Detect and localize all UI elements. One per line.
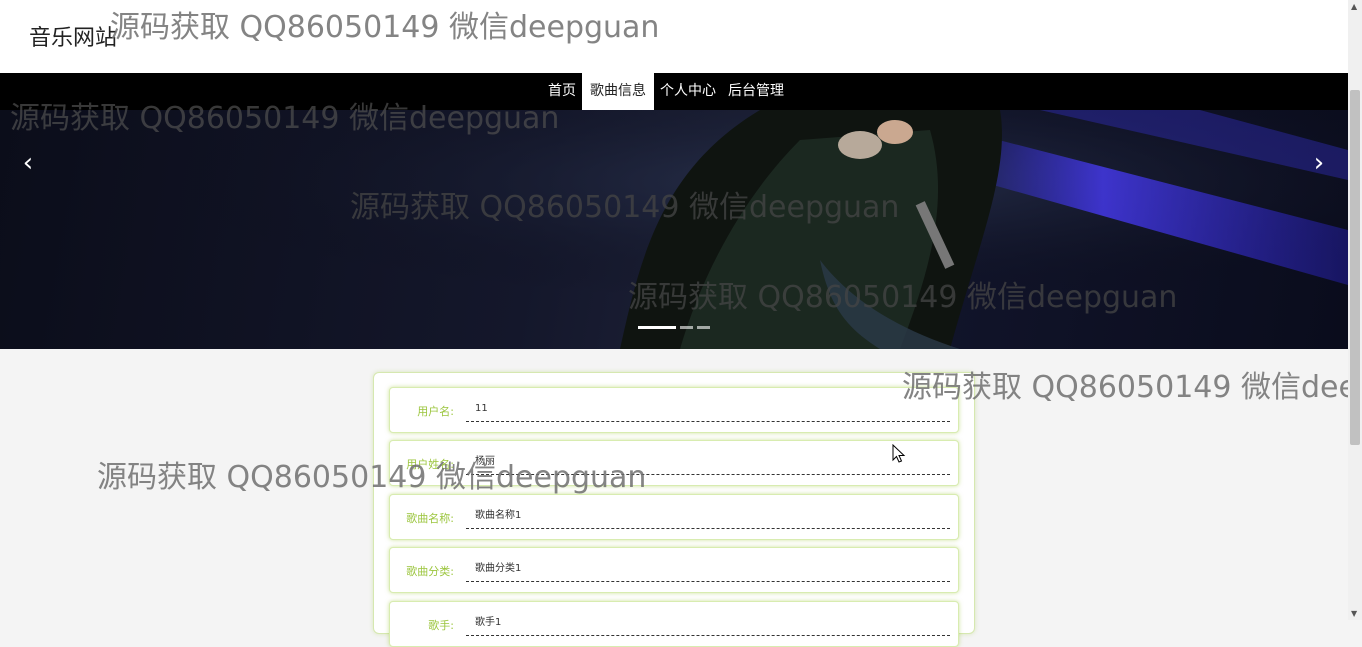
singer-label: 歌手: — [428, 619, 454, 632]
form-row-user-fullname: 用户姓名: — [389, 440, 959, 486]
scroll-down-icon[interactable]: ▼ — [1351, 609, 1357, 618]
carousel-indicator[interactable] — [697, 326, 710, 329]
username-label: 用户名: — [417, 405, 454, 418]
user-fullname-field[interactable] — [466, 449, 950, 475]
nav-item-admin[interactable]: 后台管理 — [722, 73, 790, 110]
carousel-prev-icon[interactable]: ‹ — [16, 148, 40, 178]
user-fullname-label: 用户姓名: — [406, 458, 454, 471]
carousel-next-icon[interactable]: › — [1307, 148, 1331, 178]
banner-image — [0, 110, 1348, 349]
nav-item-home[interactable]: 首页 — [542, 73, 582, 110]
nav-items: 首页 歌曲信息 个人中心 后台管理 — [542, 73, 790, 110]
form-row-song-name: 歌曲名称: — [389, 494, 959, 540]
song-category-field[interactable] — [466, 556, 950, 582]
carousel-indicator[interactable] — [638, 326, 676, 329]
scroll-up-icon[interactable]: ▲ — [1351, 2, 1357, 11]
song-category-label: 歌曲分类: — [406, 565, 454, 578]
page-scrollbar[interactable]: ▲ ▼ — [1348, 0, 1362, 620]
form-row-singer: 歌手: — [389, 601, 959, 647]
scrollbar-thumb[interactable] — [1350, 90, 1360, 445]
form-row-song-category: 歌曲分类: — [389, 547, 959, 593]
singer-field[interactable] — [466, 610, 950, 636]
song-name-label: 歌曲名称: — [406, 512, 454, 525]
carousel-indicators — [638, 326, 710, 329]
main-nav: 首页 歌曲信息 个人中心 后台管理 — [0, 73, 1348, 110]
banner-carousel[interactable]: ‹ › — [0, 110, 1348, 349]
song-name-field[interactable] — [466, 503, 950, 529]
carousel-indicator[interactable] — [680, 326, 693, 329]
mouse-cursor-icon — [892, 444, 906, 463]
song-detail-form: 用户名: 用户姓名: 歌曲名称: 歌曲分类: 歌手: — [373, 372, 975, 647]
site-header: 音乐网站 — [0, 0, 1348, 73]
site-title[interactable]: 音乐网站 — [29, 20, 117, 52]
nav-item-personal-center[interactable]: 个人中心 — [654, 73, 722, 110]
username-field[interactable] — [466, 396, 950, 422]
nav-item-song-info[interactable]: 歌曲信息 — [582, 73, 654, 110]
form-row-username: 用户名: — [389, 387, 959, 433]
